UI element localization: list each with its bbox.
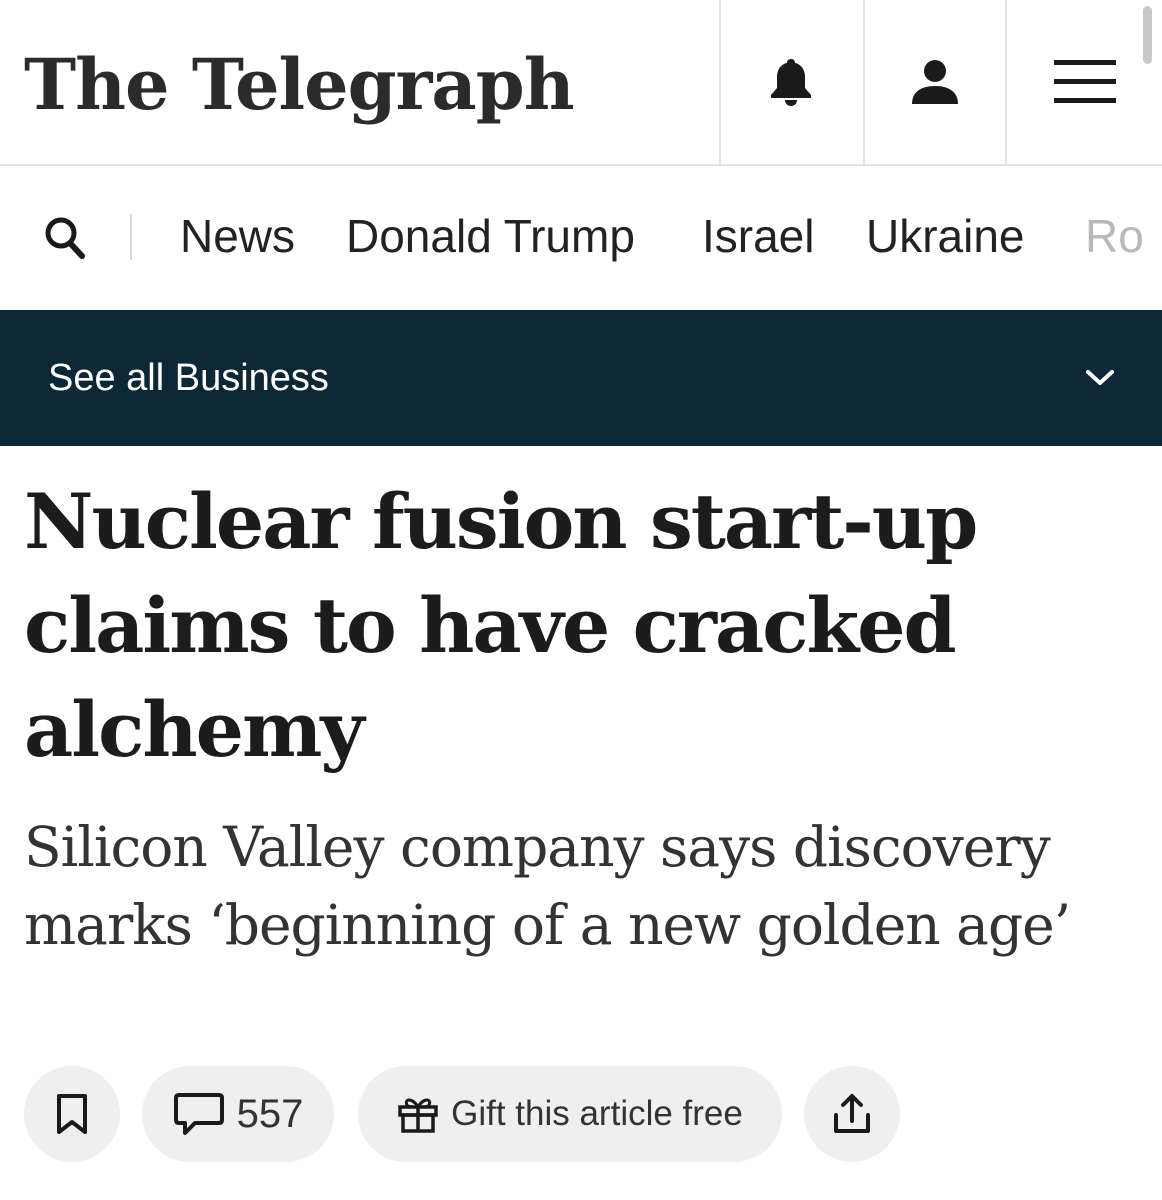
share-button[interactable] [804,1066,900,1162]
scrollbar-thumb[interactable] [1143,6,1152,64]
section-dropdown[interactable]: See all Business [0,310,1162,446]
gift-article-button[interactable]: Gift this article free [358,1066,782,1162]
comment-count: 557 [236,1091,304,1136]
account-button[interactable] [863,0,1005,164]
nav-item-news[interactable]: News [180,206,295,266]
telegraph-logo[interactable]: The Telegraph [24,34,575,134]
bookmark-icon [57,1094,87,1134]
gift-icon [398,1098,438,1133]
menu-icon [1053,60,1116,103]
article-headline: Nuclear fusion start-up claims to have c… [24,477,978,774]
search-icon[interactable] [44,216,88,260]
nav-divider [130,214,132,260]
nav-item-donald-trump[interactable]: Donald Trump [346,206,635,266]
menu-button[interactable] [1005,0,1162,164]
notifications-button[interactable] [719,0,861,164]
article-subheadline: Silicon Valley company says discovery ma… [24,815,1071,957]
nav-item-ukraine[interactable]: Ukraine [866,206,1025,266]
share-icon [834,1094,870,1133]
comments-button[interactable]: 557 [142,1066,334,1162]
chevron-down-icon [1086,370,1114,385]
masthead: The Telegraph [0,0,1162,166]
nav-item-overflow-label: Ro [1085,210,1144,262]
user-icon [912,60,958,104]
comment-icon [173,1093,224,1135]
section-dropdown-label: See all Business [48,357,329,399]
section-nav: News Donald Trump Israel Ukraine Ro [0,166,1162,310]
nav-item-israel[interactable]: Israel [702,206,814,266]
save-article-button[interactable] [24,1066,120,1162]
nav-item-overflow[interactable]: Ro [1085,206,1162,266]
gift-article-label: Gift this article free [451,1094,743,1133]
bell-icon [771,59,811,106]
